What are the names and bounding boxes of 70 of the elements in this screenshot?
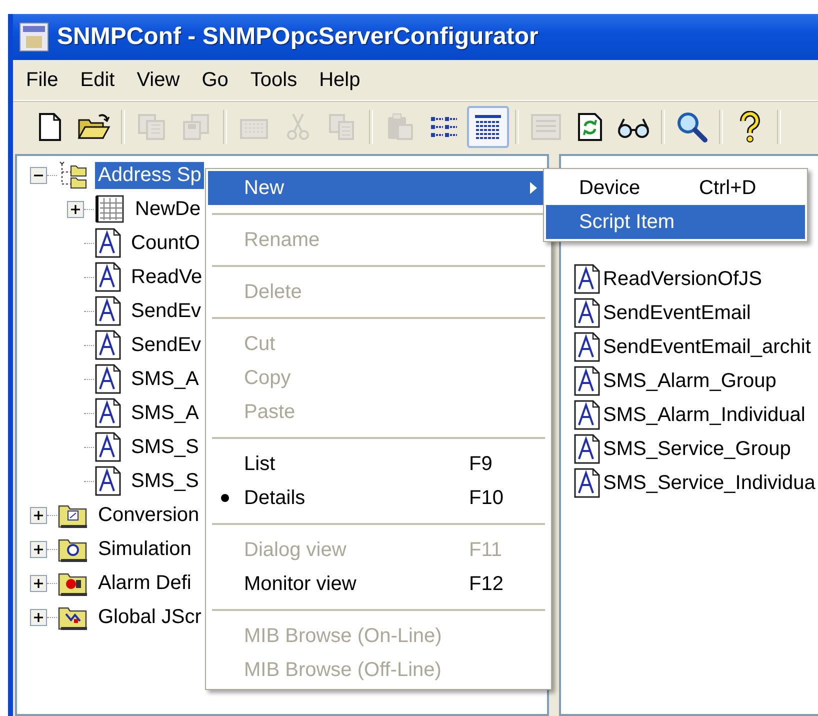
script-icon: [573, 332, 601, 362]
expand-icon[interactable]: [30, 574, 47, 592]
toolbar-button[interactable]: [467, 106, 509, 148]
script-icon: [573, 366, 601, 396]
menu-item[interactable]: Tools: [239, 64, 308, 96]
tree-item[interactable]: SendEv: [128, 298, 204, 324]
tree-item[interactable]: SMS_A: [128, 400, 202, 426]
refresh-icon: [576, 112, 604, 142]
script-icon: [94, 432, 122, 462]
menu-item[interactable]: Help: [308, 64, 372, 96]
tree-item[interactable]: Global JScr: [95, 604, 204, 630]
expand-icon[interactable]: [67, 200, 84, 218]
scissors-icon: [285, 112, 311, 142]
menu-item[interactable]: Monitor view F12: [208, 567, 549, 601]
save-all-icon: [136, 112, 168, 142]
menu-item[interactable]: Script Item: [546, 205, 805, 239]
form-view-icon: [530, 112, 562, 142]
list-item[interactable]: SendEventEmail_archit: [603, 336, 811, 358]
script-icon: [573, 434, 601, 464]
tree-item[interactable]: ReadVe: [128, 264, 206, 290]
tree-item[interactable]: Conversion: [95, 502, 202, 528]
list-item[interactable]: SendEventEmail: [603, 302, 751, 324]
folder-tree-icon: [57, 160, 89, 190]
tree-item[interactable]: SMS_S: [128, 468, 202, 494]
script-icon: [94, 296, 122, 326]
script-icon: [94, 398, 122, 428]
expand-icon[interactable]: [30, 608, 47, 626]
list-item[interactable]: SMS_Service_Group: [603, 438, 791, 460]
script-icon: [94, 364, 122, 394]
app-icon: [19, 22, 49, 52]
script-icon: [94, 228, 122, 258]
device-icon: [94, 194, 126, 224]
search-icon: [676, 111, 708, 143]
list-item[interactable]: SMS_Service_Individua: [603, 472, 816, 494]
tree-item[interactable]: Address Sp: [95, 162, 204, 188]
details-view-icon: [473, 112, 503, 142]
menu-item[interactable]: List F9: [208, 447, 549, 481]
new-file-icon: [37, 112, 63, 142]
open-folder-icon: [77, 112, 111, 142]
paste-icon: [385, 112, 415, 142]
tree-item[interactable]: Simulation: [95, 536, 194, 562]
script-icon: [573, 400, 601, 430]
menu-item[interactable]: View: [126, 64, 191, 96]
list-item[interactable]: ReadVersionOfJS: [603, 268, 762, 290]
script-icon: [94, 330, 122, 360]
tree-item[interactable]: SendEv: [128, 332, 204, 358]
tree-item[interactable]: SMS_S: [128, 434, 202, 460]
script-icon: [573, 298, 601, 328]
script-icon: [573, 264, 601, 294]
menu-item[interactable]: Details F10: [208, 481, 549, 515]
list-item[interactable]: SMS_Alarm_Group: [603, 370, 776, 392]
tree-item[interactable]: NewDe: [132, 196, 204, 222]
script-icon: [573, 468, 601, 498]
help-icon: [738, 111, 762, 143]
collapse-icon[interactable]: [30, 166, 47, 184]
tree-item[interactable]: Alarm Defi: [95, 570, 194, 596]
tree-item[interactable]: CountO: [128, 230, 203, 256]
menu-item[interactable]: Edit: [69, 64, 126, 96]
save-icon: [180, 112, 212, 142]
script-icon: [94, 262, 122, 292]
menu-item[interactable]: Go: [190, 64, 240, 96]
expand-icon[interactable]: [30, 540, 47, 558]
window-title: SNMPConf - SNMPOpcServerConfigurator: [57, 23, 538, 51]
script-icon: [94, 466, 122, 496]
copy-icon: [327, 112, 357, 142]
menu-item[interactable]: File: [15, 64, 70, 96]
list-item[interactable]: SMS_Alarm_Individual: [603, 404, 806, 426]
menu-item[interactable]: Device Ctrl+D: [546, 171, 805, 205]
tree-item[interactable]: SMS_A: [128, 366, 202, 392]
expand-icon[interactable]: [30, 506, 47, 524]
